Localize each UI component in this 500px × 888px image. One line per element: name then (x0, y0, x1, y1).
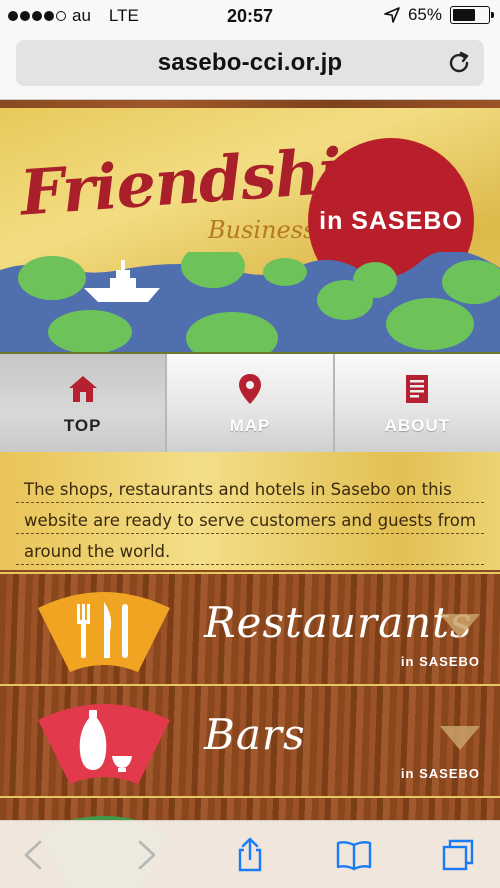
location-arrow-icon (384, 7, 400, 23)
browser-address-area: sasebo-cci.or.jp (0, 34, 500, 100)
book-icon (336, 841, 372, 871)
intro-panel: The shops, restaurants and hotels in Sas… (0, 452, 500, 572)
home-icon (68, 376, 97, 402)
url-text: sasebo-cci.or.jp (157, 49, 343, 76)
status-bar: au LTE 20:57 65% (0, 0, 500, 34)
tabs-icon (442, 839, 474, 871)
browser-toolbar (0, 820, 500, 888)
banner-badge-text: in SASEBO (319, 206, 463, 235)
chevron-left-icon (24, 840, 42, 870)
forward-button[interactable] (126, 835, 166, 875)
status-right: 65% (384, 5, 494, 25)
chevron-right-icon (138, 840, 156, 870)
screen: au LTE 20:57 65% sasebo-cci.or.jp Friend… (0, 0, 500, 888)
nav-map-button[interactable]: MAP (167, 354, 335, 452)
chevron-down-icon (440, 614, 480, 638)
nav-map-label: MAP (229, 416, 271, 435)
tabs-button[interactable] (438, 835, 478, 875)
nav-top-label: TOP (63, 416, 102, 435)
fan-badge (38, 704, 170, 784)
address-bar[interactable]: sasebo-cci.or.jp (16, 40, 484, 86)
category-bars[interactable]: Bars in SASEBO (0, 684, 500, 796)
main-nav: TOP MAP ABOUT (0, 352, 500, 452)
battery-icon (450, 6, 494, 24)
banner-subtitle: Business (208, 216, 316, 244)
chevron-down-icon (440, 726, 480, 750)
category-name: Bars (204, 710, 306, 759)
map-pin-icon (238, 374, 261, 404)
header-banner[interactable]: Friendship Business in SASEBO (0, 108, 500, 352)
document-icon (406, 375, 429, 403)
bookmarks-button[interactable] (334, 835, 374, 875)
fan-badge (38, 592, 170, 672)
category-name: Restaurants (204, 598, 473, 647)
category-restaurants[interactable]: Restaurants in SASEBO (0, 572, 500, 684)
intro-text: The shops, restaurants and hotels in Sas… (24, 480, 476, 561)
nav-top-button[interactable]: TOP (0, 354, 168, 452)
share-button[interactable] (230, 835, 270, 875)
category-subtitle: in SASEBO (400, 766, 480, 781)
nav-about-button[interactable]: ABOUT (334, 354, 500, 452)
share-icon (238, 837, 262, 872)
reload-icon[interactable] (446, 50, 472, 76)
battery-level (453, 9, 476, 21)
back-button[interactable] (14, 835, 54, 875)
nav-about-label: ABOUT (384, 416, 451, 435)
category-subtitle: in SASEBO (400, 654, 480, 669)
battery-percent: 65% (407, 5, 442, 24)
sea-islands-illustration (0, 252, 500, 352)
